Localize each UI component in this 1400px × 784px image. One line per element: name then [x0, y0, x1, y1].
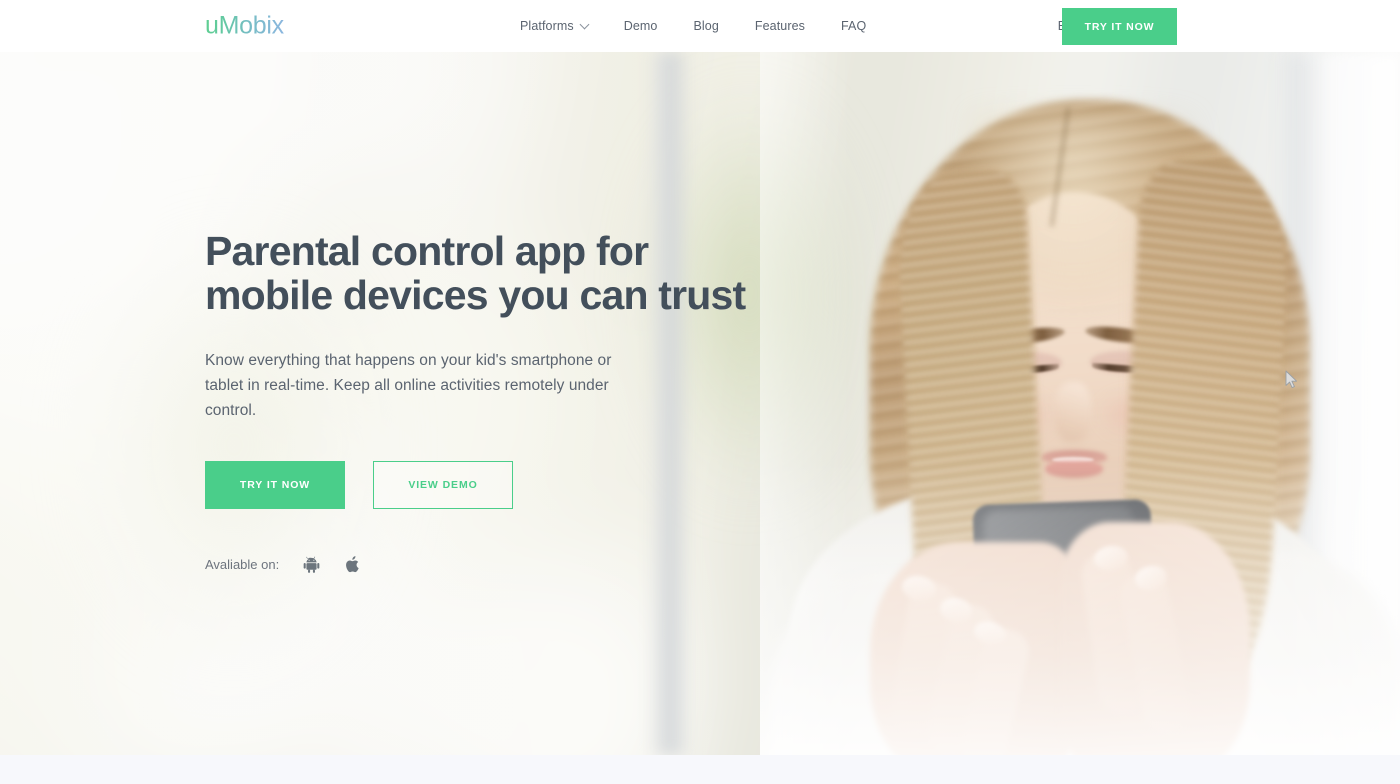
hero-view-demo-button[interactable]: VIEW DEMO	[373, 461, 513, 510]
site-header: uMobix Platforms Demo Blog Features FAQ …	[0, 0, 1400, 52]
apple-icon[interactable]	[343, 553, 363, 575]
header-try-it-now-button[interactable]: TRY IT NOW	[1062, 8, 1177, 45]
lower-lip	[1045, 461, 1103, 478]
hero-try-it-now-button[interactable]: TRY IT NOW	[205, 461, 345, 510]
hero-section: Parental control app for mobile devices …	[0, 52, 1400, 755]
nose	[1055, 382, 1091, 442]
nav-item-features[interactable]: Features	[737, 0, 823, 52]
availability-row: Avaliable on:	[205, 553, 765, 575]
brand-logo[interactable]: uMobix	[205, 12, 284, 41]
nav-item-demo[interactable]: Demo	[606, 0, 676, 52]
hero-subtitle: Know everything that happens on your kid…	[205, 351, 612, 419]
availability-label: Avaliable on:	[205, 556, 280, 572]
hero-photo-woman-with-phone	[760, 52, 1400, 755]
android-icon[interactable]	[301, 553, 321, 575]
hero-cta-group: TRY IT NOW VIEW DEMO	[205, 461, 765, 510]
nav-item-platforms-label: Platforms	[520, 19, 574, 33]
hero-content: Parental control app for mobile devices …	[205, 228, 765, 575]
hero-title: Parental control app for mobile devices …	[205, 228, 746, 318]
nav-item-faq[interactable]: FAQ	[823, 0, 884, 52]
primary-navigation: Platforms Demo Blog Features FAQ	[520, 0, 884, 52]
nav-item-platforms[interactable]: Platforms	[520, 0, 606, 52]
chevron-down-icon	[579, 19, 590, 29]
page-body-below-hero	[0, 755, 1400, 784]
nav-item-blog[interactable]: Blog	[675, 0, 736, 52]
